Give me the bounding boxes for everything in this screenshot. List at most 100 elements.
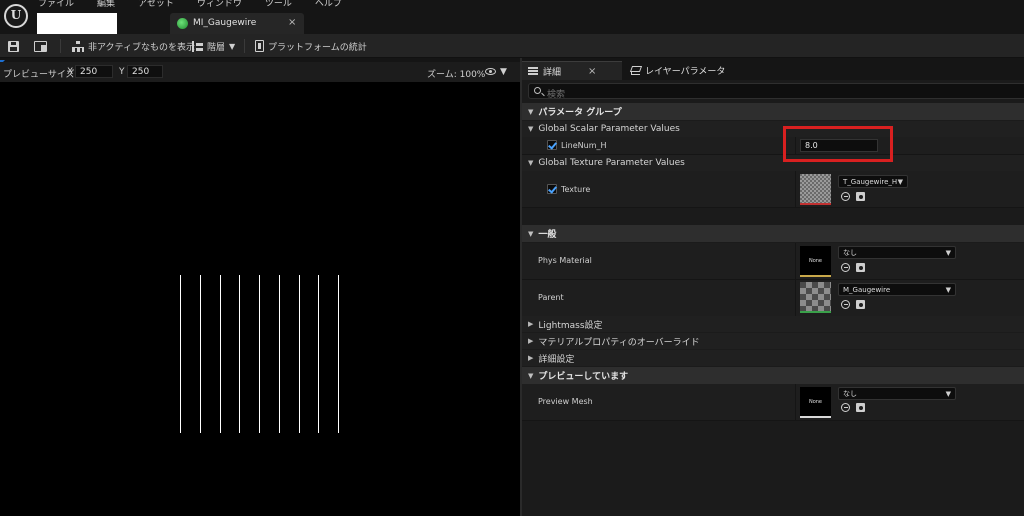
collapse-arrow-icon: ▶ (528, 354, 534, 362)
phys-material-picker[interactable]: なし ▼ (838, 246, 956, 259)
tab-details-label: 詳細 (543, 67, 562, 78)
category-parameter-groups[interactable]: ▼ パラメータ グループ (522, 103, 1024, 120)
expand-arrow-icon: ▼ (528, 125, 534, 133)
override-checkbox[interactable] (547, 140, 557, 150)
group-label: Global Scalar Parameter Values (538, 124, 680, 134)
save-button[interactable] (8, 38, 19, 54)
chevron-down-icon: ▼ (229, 41, 236, 51)
property-row-preview-mesh: Preview Mesh None なし ▼ (522, 384, 1024, 421)
column-divider (795, 171, 796, 207)
chevron-down-icon: ▼ (945, 249, 951, 257)
details-icon (528, 67, 538, 75)
property-row-phys-material: Phys Material None なし ▼ (522, 243, 1024, 280)
expand-arrow-icon: ▼ (528, 229, 534, 238)
property-row-parent: Parent M_Gaugewire ▼ (522, 280, 1024, 317)
menu-asset[interactable]: アセット (138, 0, 182, 10)
search-icon (534, 87, 541, 94)
expand-arrow-icon: ▼ (528, 159, 534, 167)
unreal-logo-icon[interactable] (4, 4, 28, 28)
close-icon[interactable]: × (288, 17, 296, 28)
use-selected-icon[interactable] (841, 403, 850, 412)
section-advanced[interactable]: ▶ 詳細設定 (522, 350, 1024, 366)
column-divider (795, 243, 796, 279)
platform-icon (255, 40, 264, 52)
preview-y-input[interactable]: 250 (127, 65, 163, 78)
viewport-header: プレビューサイズ X 250 Y 250 ズーム: 100% ▼ (0, 62, 520, 82)
phys-material-thumbnail[interactable]: None (800, 246, 831, 277)
category-general[interactable]: ▼ 一般 (522, 225, 1024, 242)
section-label: マテリアルプロパティのオーバーライド (538, 337, 700, 348)
zoom-label: ズーム: 100% (427, 70, 486, 80)
material-preview-viewport[interactable] (0, 82, 520, 516)
menu-window[interactable]: ウィンドウ (197, 0, 250, 10)
menu-tools[interactable]: ツール (265, 0, 300, 10)
category-previewing[interactable]: ▼ プレビューしています (522, 367, 1024, 384)
collapse-arrow-icon: ▶ (528, 337, 534, 345)
asset-name: なし (843, 249, 857, 257)
gaugewire-preview (180, 275, 339, 433)
panel-tabs: 詳細 × レイヤーパラメータ (522, 58, 1024, 80)
property-row-linenum-h: LineNum_H 8.0 (522, 137, 1024, 155)
asset-name: T_Gaugewire_H (843, 178, 898, 186)
property-label: LineNum_H (561, 141, 607, 150)
category-label: パラメータ グループ (538, 108, 622, 118)
browse-asset-icon[interactable] (856, 300, 865, 309)
use-selected-icon[interactable] (841, 263, 850, 272)
hierarchy-label: 階層 (207, 42, 226, 53)
property-label: Preview Mesh (538, 397, 593, 406)
menu-file[interactable]: ファイル (38, 0, 82, 10)
section-material-property-overrides[interactable]: ▶ マテリアルプロパティのオーバーライド (522, 333, 1024, 349)
property-label: Parent (538, 293, 564, 302)
redacted-tab (37, 13, 117, 34)
chevron-down-icon: ▼ (945, 286, 951, 294)
group-global-scalar[interactable]: ▼ Global Scalar Parameter Values (522, 121, 1024, 137)
texture-asset-picker[interactable]: T_Gaugewire_H ▼ (838, 175, 908, 188)
expand-arrow-icon: ▼ (528, 371, 534, 380)
property-row-texture: Texture T_Gaugewire_H ▼ (522, 171, 1024, 208)
search-input[interactable]: 検索 (528, 83, 1024, 100)
close-icon[interactable]: × (588, 66, 596, 77)
category-label: 一般 (538, 230, 557, 240)
section-label: 詳細設定 (538, 354, 575, 365)
menu-help[interactable]: ヘルプ (315, 0, 350, 10)
tree-icon (72, 40, 84, 52)
chevron-down-icon[interactable]: ▼ (500, 67, 507, 77)
main-menu: ファイル 編集 アセット ウィンドウ ツール ヘルプ (38, 0, 365, 10)
asset-name: M_Gaugewire (843, 286, 891, 294)
tab-mi-gaugewire[interactable]: MI_Gaugewire × (170, 13, 304, 34)
preview-mesh-thumbnail[interactable]: None (800, 387, 831, 418)
expand-arrow-icon: ▼ (528, 107, 534, 116)
eye-icon[interactable] (485, 68, 496, 75)
browse-button[interactable] (34, 38, 47, 54)
use-selected-icon[interactable] (841, 192, 850, 201)
property-label: Phys Material (538, 256, 592, 265)
section-lightmass[interactable]: ▶ Lightmass設定 (522, 316, 1024, 332)
preview-mesh-picker[interactable]: なし ▼ (838, 387, 956, 400)
hierarchy-icon (192, 40, 203, 52)
show-inactive-button[interactable]: 非アクティブなものを表示 (72, 38, 195, 54)
y-label: Y (119, 67, 125, 77)
browse-asset-icon[interactable] (856, 403, 865, 412)
browse-asset-icon[interactable] (856, 263, 865, 272)
section-label: Lightmass設定 (538, 320, 603, 331)
material-instance-icon (177, 18, 188, 29)
x-label: X (67, 67, 74, 77)
override-checkbox[interactable] (547, 184, 557, 194)
preview-x-input[interactable]: 250 (75, 65, 113, 78)
tab-layer-parameters[interactable]: レイヤーパラメータ (624, 61, 734, 80)
parent-material-picker[interactable]: M_Gaugewire ▼ (838, 283, 956, 296)
platform-stats-button[interactable]: プラットフォームの統計 (255, 38, 367, 54)
layers-icon (630, 66, 640, 75)
tab-details[interactable]: 詳細 × (522, 61, 622, 80)
chevron-down-icon: ▼ (945, 390, 951, 398)
group-label: Global Texture Parameter Values (538, 158, 685, 168)
hierarchy-button[interactable]: 階層 ▼ (192, 38, 235, 54)
toolbar-divider (60, 39, 61, 53)
menu-edit[interactable]: 編集 (97, 0, 123, 10)
group-global-texture[interactable]: ▼ Global Texture Parameter Values (522, 155, 1024, 171)
parent-material-thumbnail[interactable] (800, 282, 831, 313)
use-selected-icon[interactable] (841, 300, 850, 309)
column-divider (795, 384, 796, 420)
texture-thumbnail[interactable] (800, 174, 831, 205)
browse-asset-icon[interactable] (856, 192, 865, 201)
